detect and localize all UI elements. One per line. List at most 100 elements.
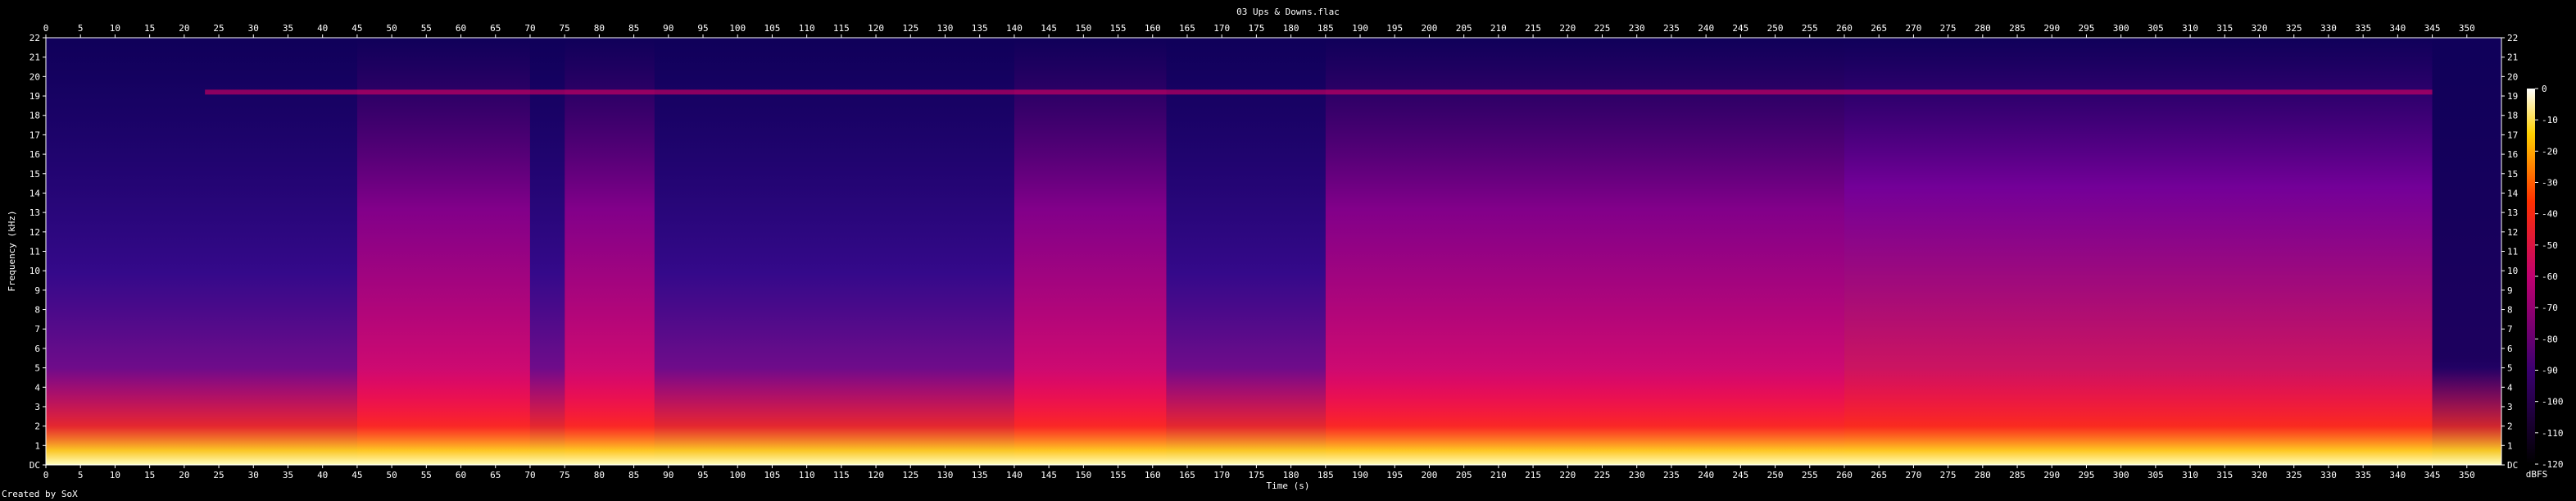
x-tick-label: 15 (144, 23, 155, 34)
x-tick-label: 235 (1663, 470, 1680, 481)
x-tick-label: 30 (248, 23, 259, 34)
bass-energy-band (46, 367, 2501, 465)
x-tick-label: 15 (144, 470, 155, 481)
x-tick-label: 120 (868, 23, 884, 34)
x-tick-label: 350 (2459, 23, 2475, 34)
y-tick-label: 19 (29, 91, 40, 102)
x-tick-label: 335 (2355, 23, 2371, 34)
x-tick-label: 300 (2113, 470, 2129, 481)
colorbar-tick-label: -40 (2542, 209, 2558, 220)
x-tick-label: 255 (1802, 470, 1818, 481)
x-tick-label: 20 (179, 23, 189, 34)
y-tick-label: 1 (34, 440, 40, 451)
x-tick-label: 270 (1905, 23, 1921, 34)
x-tick-label: 85 (628, 23, 639, 34)
x-tick-label: 145 (1041, 23, 1057, 34)
x-tick-label: 345 (2424, 470, 2441, 481)
x-tick-label: 105 (764, 470, 780, 481)
y-tick-label: 12 (2507, 227, 2518, 238)
x-tick-label: 105 (764, 23, 780, 34)
x-tick-label: 85 (628, 470, 639, 481)
x-tick-label: 245 (1732, 23, 1748, 34)
colorbar-tick-label: -110 (2542, 428, 2564, 439)
x-tick-label: 165 (1179, 23, 1195, 34)
y-tick-label: 6 (34, 344, 40, 354)
x-tick-label: 270 (1905, 470, 1921, 481)
x-tick-label: 295 (2079, 470, 2095, 481)
x-tick-label: 100 (729, 23, 746, 34)
y-tick-label: DC (29, 460, 40, 471)
x-tick-label: 5 (78, 470, 84, 481)
y-tick-label: 10 (29, 266, 40, 276)
y-tick-label: 18 (29, 111, 40, 121)
x-tick-label: 210 (1490, 470, 1507, 481)
x-tick-label: 350 (2459, 470, 2475, 481)
x-tick-label: 310 (2182, 23, 2198, 34)
x-tick-label: 160 (1145, 23, 1161, 34)
y-tick-label: 11 (29, 247, 40, 257)
x-tick-label: 115 (833, 23, 850, 34)
x-tick-label: 160 (1145, 470, 1161, 481)
y-tick-label: 5 (34, 363, 40, 374)
x-tick-label: 60 (456, 470, 466, 481)
x-tick-label: 25 (213, 23, 224, 34)
x-tick-label: 220 (1559, 23, 1576, 34)
x-tick-label: 70 (524, 23, 535, 34)
x-tick-label: 90 (663, 470, 673, 481)
x-tick-label: 195 (1386, 470, 1403, 481)
x-tick-label: 80 (594, 470, 605, 481)
x-tick-label: 215 (1525, 470, 1541, 481)
x-tick-label: 155 (1110, 470, 1127, 481)
x-tick-label: 345 (2424, 23, 2441, 34)
chart-title: 03 Ups & Downs.flac (1236, 7, 1340, 17)
y-tick-label: 9 (34, 285, 40, 296)
footer-credit: Created by SoX (2, 489, 78, 499)
x-tick-label: 290 (2043, 470, 2060, 481)
y-tick-label: 4 (2507, 382, 2513, 393)
colorbar-tick-label: -80 (2542, 334, 2558, 344)
colorbar-tick-label: -10 (2542, 115, 2558, 125)
x-tick-label: 10 (110, 470, 120, 481)
y-tick-label: 14 (2507, 188, 2519, 198)
x-tick-label: 125 (902, 23, 918, 34)
y-tick-label: 11 (2507, 247, 2518, 257)
x-tick-label: 120 (868, 470, 884, 481)
y-tick-label: 15 (29, 169, 40, 180)
x-tick-label: 200 (1422, 470, 1438, 481)
x-tick-label: 275 (1940, 470, 1957, 481)
colorbar (2527, 89, 2535, 464)
x-tick-label: 235 (1663, 23, 1680, 34)
y-tick-label: 17 (2507, 130, 2518, 140)
y-tick-label: 20 (2507, 71, 2518, 82)
x-axis-label: Time (s) (1267, 481, 1310, 491)
y-tick-label: 2 (2507, 421, 2513, 432)
colorbar-tick-label: -90 (2542, 366, 2558, 376)
x-tick-label: 185 (1317, 470, 1334, 481)
x-tick-label: 170 (1213, 470, 1230, 481)
x-tick-label: 55 (421, 470, 432, 481)
x-tick-label: 175 (1248, 470, 1264, 481)
x-tick-label: 310 (2182, 470, 2198, 481)
x-tick-label: 280 (1975, 23, 1991, 34)
x-tick-label: 10 (110, 23, 120, 34)
colorbar-tick-label: -20 (2542, 146, 2558, 157)
x-tick-label: 25 (213, 470, 224, 481)
colorbar-unit: dBFS (2526, 469, 2548, 480)
x-tick-label: 145 (1041, 470, 1057, 481)
x-tick-label: 325 (2286, 470, 2302, 481)
x-tick-label: 195 (1386, 23, 1403, 34)
x-tick-label: 50 (386, 470, 397, 481)
y-tick-label: 1 (2507, 440, 2513, 451)
y-tick-label: 21 (2507, 52, 2518, 63)
x-tick-label: 185 (1317, 23, 1334, 34)
x-tick-label: 190 (1352, 470, 1368, 481)
x-tick-label: 205 (1456, 470, 1472, 481)
x-tick-label: 275 (1940, 23, 1957, 34)
y-tick-label: 7 (34, 324, 40, 335)
x-tick-label: 165 (1179, 470, 1195, 481)
x-tick-label: 95 (697, 23, 708, 34)
x-tick-label: 285 (2009, 23, 2025, 34)
y-axis-label: Frequency (kHz) (7, 210, 17, 291)
spectrogram-chart: 03 Ups & Downs.flac 00551010151520202525… (2, 7, 2564, 499)
y-tick-label: 6 (2507, 344, 2513, 354)
